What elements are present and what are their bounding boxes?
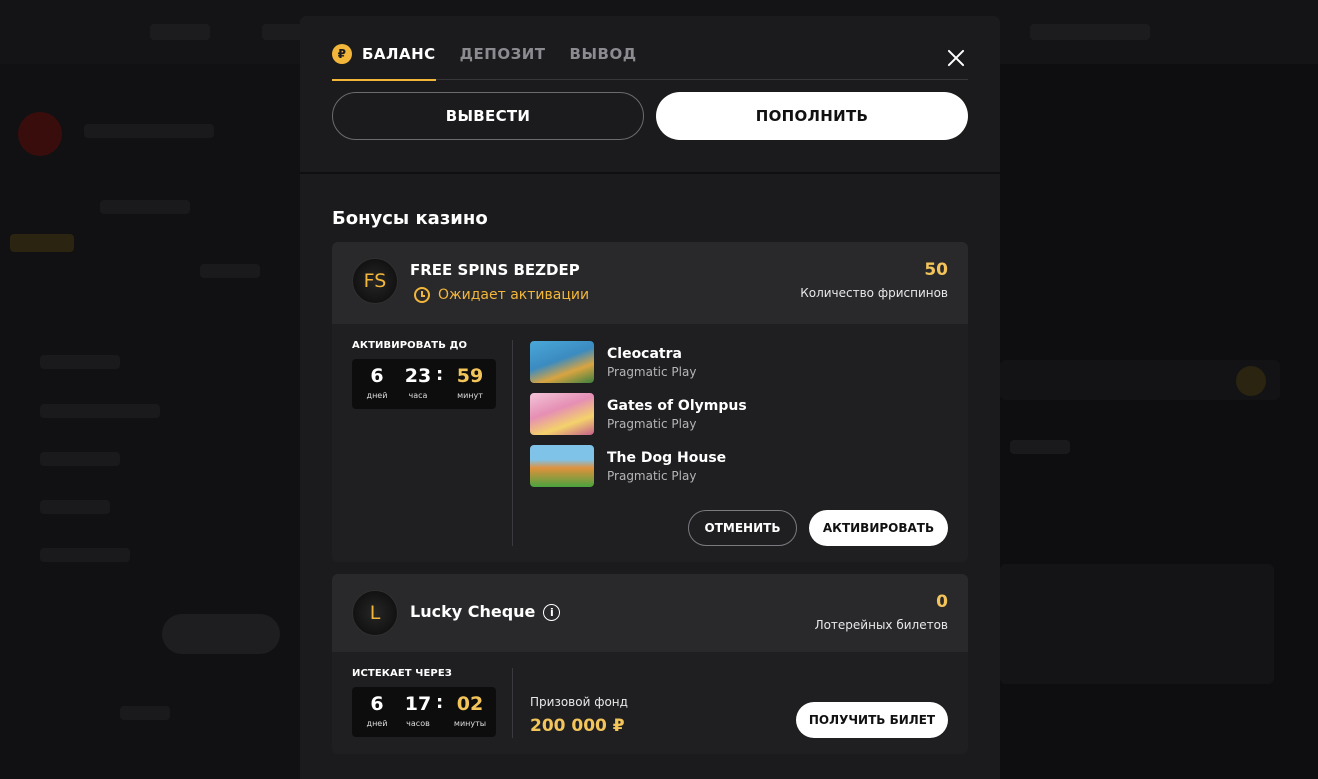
lottery-expiry: ИСТЕКАЕТ ЧЕРЕЗ 6 дней 17 часов : 02 мину… [352,668,496,737]
prize-fund-label: Призовой фонд [530,695,628,709]
game-provider: Pragmatic Play [607,364,697,379]
timer-hours-unit: часов [406,719,430,728]
withdraw-button[interactable]: ВЫВЕСТИ [332,92,644,140]
lottery-title: Lucky Cheque [410,602,536,621]
bonus-status-text: Ожидает активации [438,287,590,303]
column-divider [512,668,513,738]
timer-hours: 17 [404,693,432,715]
tab-withdraw-label: ВЫВОД [569,45,637,63]
column-divider [512,340,513,546]
timer-separator: : [436,364,444,385]
freespins-count: 50 [924,260,948,280]
close-icon[interactable] [942,44,970,72]
activate-bonus-button[interactable]: АКТИВИРОВАТЬ [809,510,948,546]
tab-withdraw[interactable]: ВЫВОД [570,42,637,80]
game-thumbnail-gates-of-olympus [530,393,594,435]
prize-fund-value: 200 000 ₽ [530,716,625,736]
section-title: Бонусы казино [332,208,488,229]
balance-actions: ВЫВЕСТИ ПОПОЛНИТЬ [332,92,968,140]
game-provider: Pragmatic Play [607,416,697,431]
lottery-card-header: L Lucky Cheque i 0 Лотерейных билетов [332,574,968,652]
lottery-avatar: L [352,590,398,636]
background-card [1000,564,1274,684]
timer-minutes: 59 [456,365,484,387]
cancel-bonus-button[interactable]: ОТМЕНИТЬ [688,510,797,546]
timer-days: 6 [370,693,384,715]
background-button [162,614,280,654]
deadline-label: АКТИВИРОВАТЬ ДО [352,340,468,351]
deposit-button[interactable]: ПОПОЛНИТЬ [656,92,968,140]
background-badge [1236,366,1266,396]
game-item[interactable]: The Dog House Pragmatic Play [530,444,726,488]
activation-deadline: АКТИВИРОВАТЬ ДО 6 дней 23 часа : 59 мину… [352,340,496,409]
game-thumbnail-dog-house [530,445,594,487]
bonus-card-freespins: FS FREE SPINS BEZDEP Ожидает активации 5… [332,242,968,562]
game-name: Gates of Olympus [607,397,747,414]
timer-hours: 23 [404,365,432,387]
game-thumbnail-cleocatra [530,341,594,383]
freespins-count-label: Количество фриспинов [800,286,948,300]
modal-tabs: ₽ БАЛАНС ДЕПОЗИТ ВЫВОД [332,42,968,81]
clock-icon [414,287,430,303]
bonus-card-lottery: L Lucky Cheque i 0 Лотерейных билетов ИСТ… [332,574,968,754]
ruble-coin-icon: ₽ [332,44,352,64]
timer-days-unit: дней [366,391,388,400]
tab-deposit[interactable]: ДЕПОЗИТ [460,42,546,80]
bonus-avatar: FS [352,258,398,304]
info-icon[interactable]: i [543,604,561,621]
timer-separator: : [436,692,444,713]
lottery-title-wrap: Lucky Cheque i [410,602,561,621]
expires-label: ИСТЕКАЕТ ЧЕРЕЗ [352,668,452,679]
lottery-countdown-timer: 6 дней 17 часов : 02 минуты [352,687,496,737]
game-name: The Dog House [607,449,727,466]
bonus-status: Ожидает активации [414,287,589,303]
game-name: Cleocatra [607,345,682,362]
tab-balance-label: БАЛАНС [362,45,436,63]
timer-hours-unit: часа [408,391,428,400]
timer-minutes: 02 [456,693,484,715]
tab-deposit-label: ДЕПОЗИТ [459,45,546,63]
lottery-ticket-label: Лотерейных билетов [814,618,948,632]
lottery-ticket-count: 0 [936,592,948,612]
countdown-timer: 6 дней 23 часа : 59 минут [352,359,496,409]
game-item[interactable]: Cleocatra Pragmatic Play [530,340,696,384]
section-divider [300,172,1000,174]
bonus-title: FREE SPINS BEZDEP [410,261,580,279]
get-ticket-button[interactable]: ПОЛУЧИТЬ БИЛЕТ [796,702,948,738]
background-sidebar [0,64,300,779]
timer-minutes-unit: минуты [453,719,487,728]
timer-days: 6 [370,365,384,387]
bonus-card-header: FS FREE SPINS BEZDEP Ожидает активации 5… [332,242,968,324]
timer-days-unit: дней [366,719,388,728]
background-logo [18,112,62,156]
game-provider: Pragmatic Play [607,468,697,483]
game-item[interactable]: Gates of Olympus Pragmatic Play [530,392,747,436]
tab-balance[interactable]: ₽ БАЛАНС [332,42,436,81]
balance-modal: ₽ БАЛАНС ДЕПОЗИТ ВЫВОД ВЫВЕСТИ ПОПОЛНИТЬ… [300,16,1000,779]
timer-minutes-unit: минут [457,391,483,400]
